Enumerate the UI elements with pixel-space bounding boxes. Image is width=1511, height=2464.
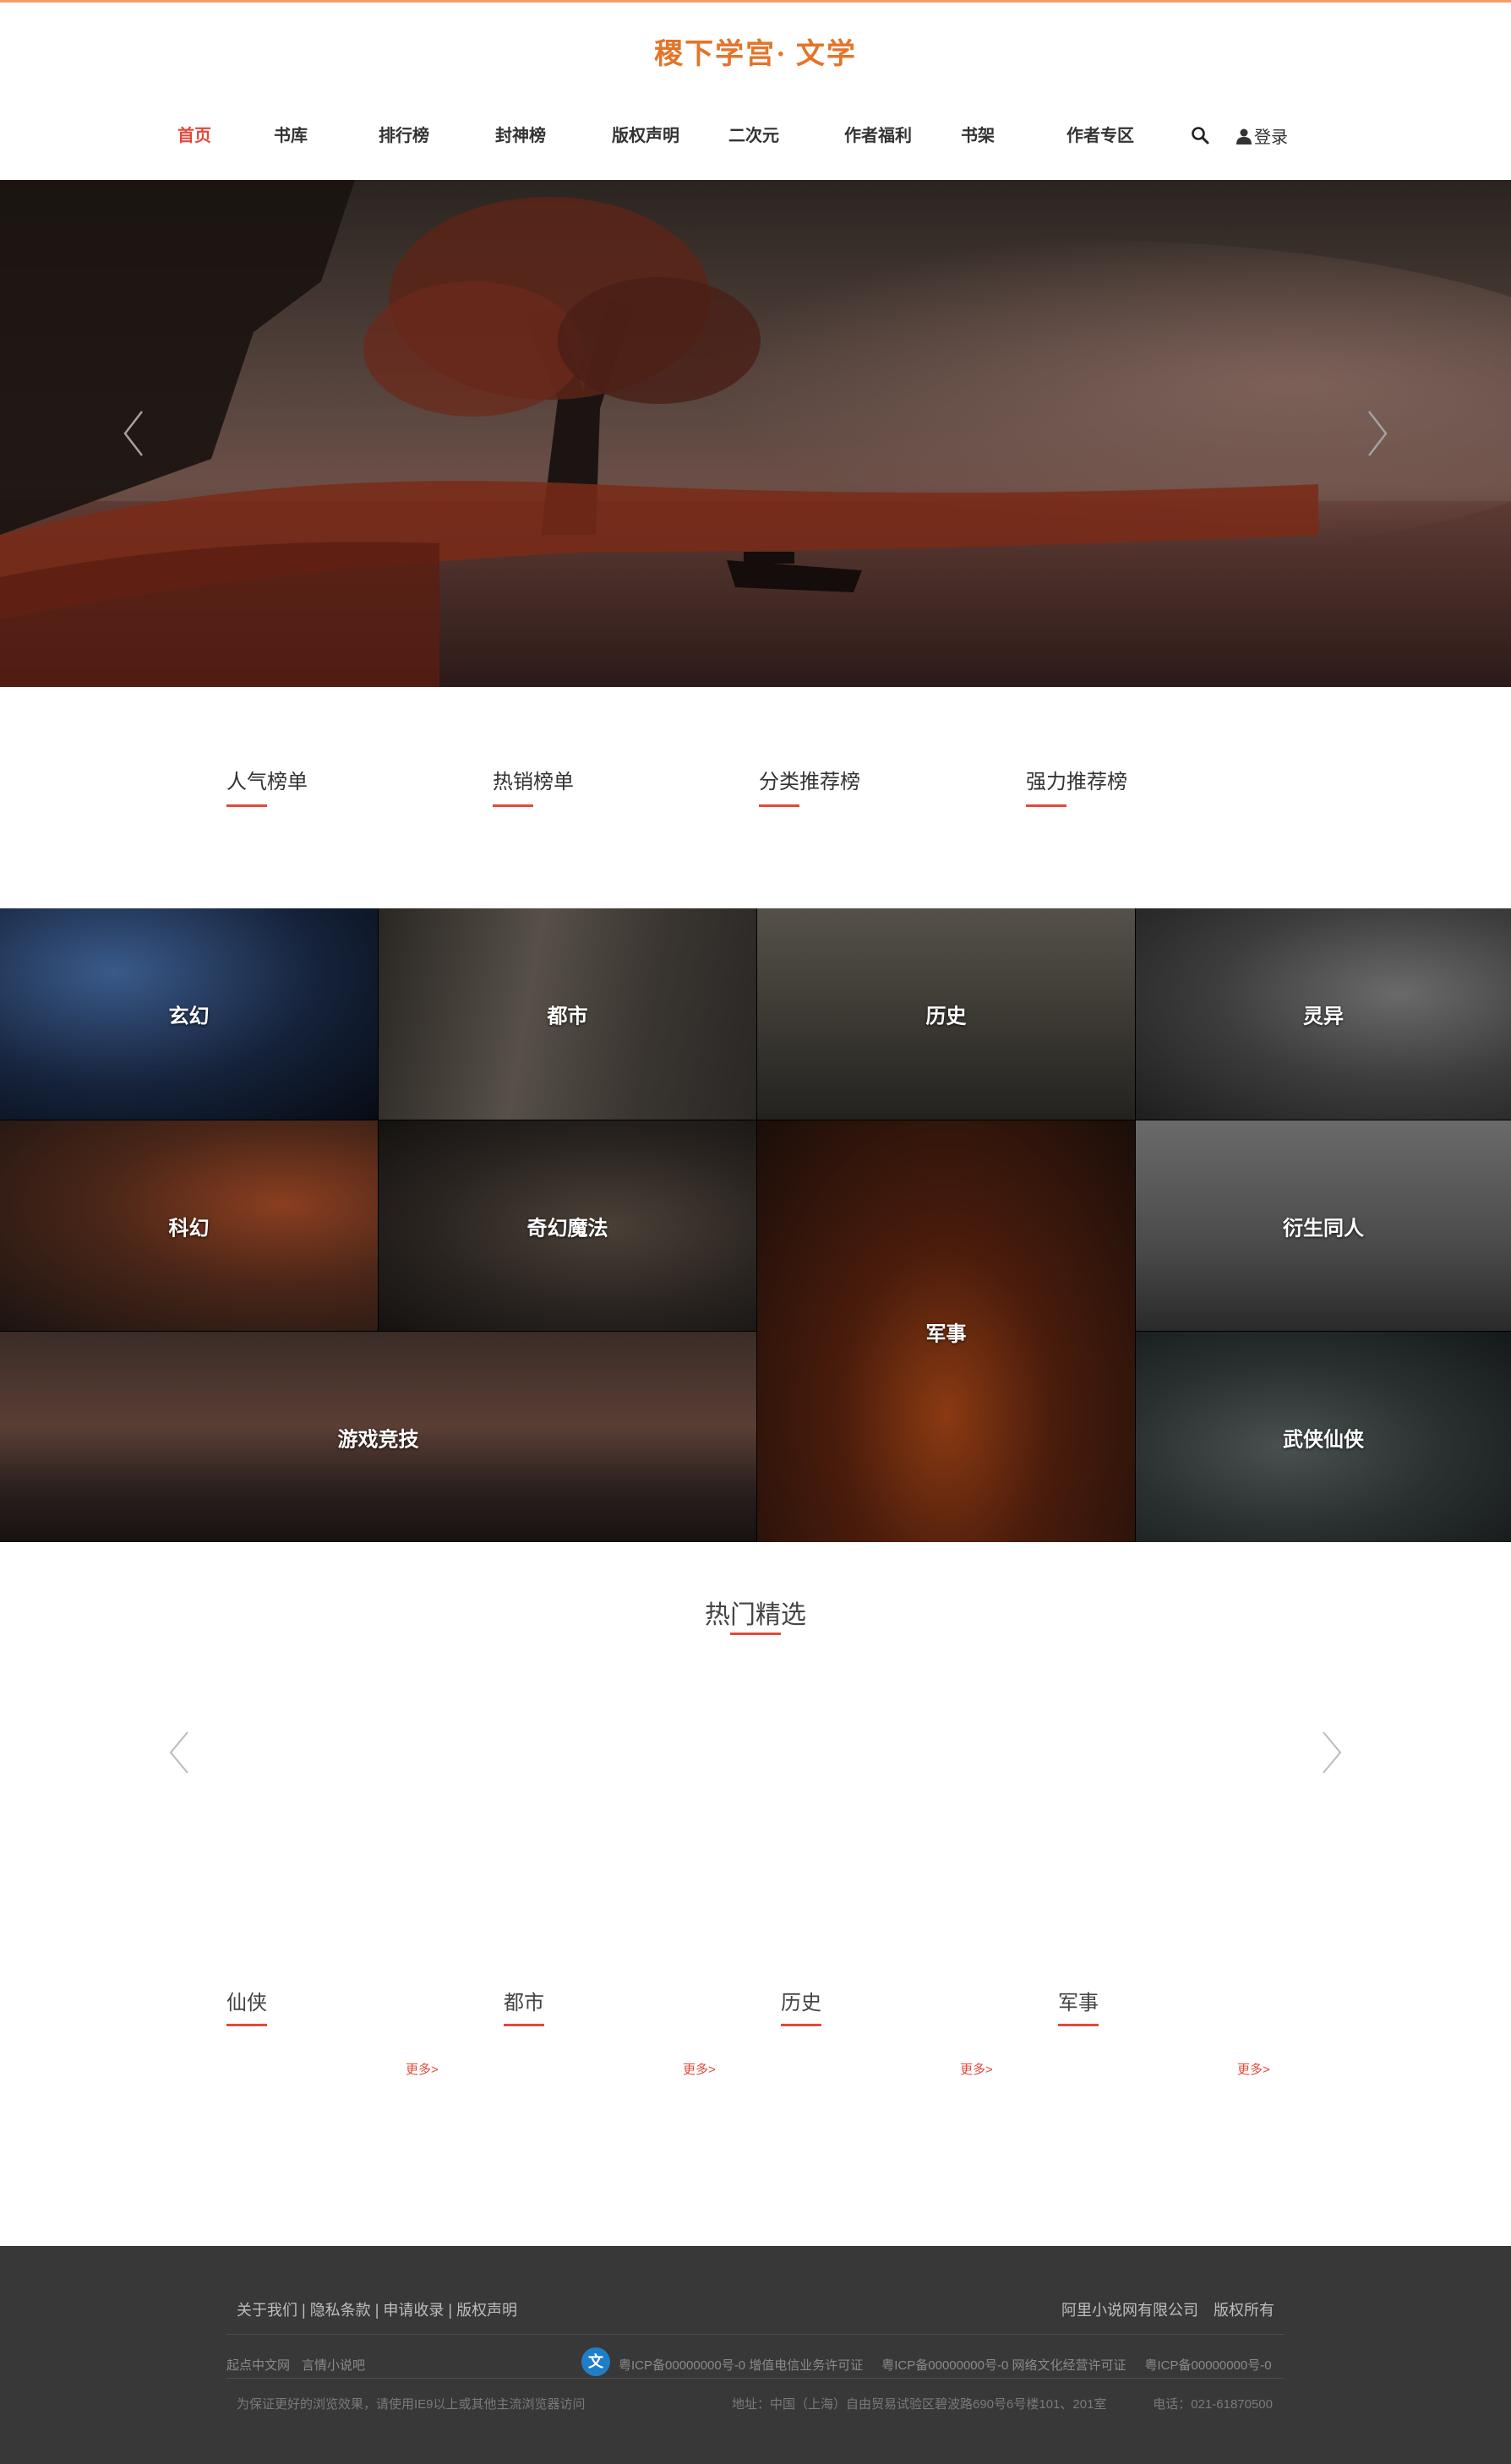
category-grid: 玄幻 都市 历史 灵异 科幻 奇幻魔法 军事 衍生同人 游戏竞技 武侠仙侠 bbox=[0, 908, 1511, 1542]
genre-tab-xianxia[interactable]: 仙侠 bbox=[226, 1986, 267, 2026]
icp-item: 粤ICP备00000000号-0 网络文化经营许可证 bbox=[881, 2358, 1126, 2373]
category-tile-city[interactable]: 都市 bbox=[379, 908, 756, 1120]
icp-item: 粤ICP备00000000号-0 bbox=[1144, 2358, 1272, 2373]
footer-company-name: 阿里小说网有限公司 bbox=[1061, 2302, 1198, 2319]
category-tile-scifi[interactable]: 科幻 bbox=[0, 1120, 378, 1331]
category-label: 奇幻魔法 bbox=[526, 1217, 608, 1240]
login-button[interactable]: 登录 bbox=[1236, 123, 1288, 148]
banner-image bbox=[0, 180, 1511, 687]
category-label: 灵异 bbox=[1303, 1005, 1344, 1028]
category-label: 都市 bbox=[547, 1005, 588, 1028]
tab-category-recommend[interactable]: 分类推荐榜 bbox=[759, 765, 860, 807]
category-label: 玄幻 bbox=[168, 1005, 210, 1028]
rank-tabs: 人气榜单 热销榜单 分类推荐榜 强力推荐榜 bbox=[0, 765, 1511, 815]
category-label: 武侠仙侠 bbox=[1283, 1428, 1364, 1451]
nav-item-hall-of-fame[interactable]: 封神榜 bbox=[495, 122, 546, 146]
footer-rights: 版权所有 bbox=[1214, 2302, 1274, 2319]
tab-underline bbox=[759, 804, 799, 807]
category-tile-history[interactable]: 历史 bbox=[757, 908, 1135, 1120]
footer-address: 地址：中国（上海）自由贸易试验区碧波路690号6号楼101、201室 bbox=[732, 2397, 1107, 2412]
top-accent-line bbox=[0, 0, 1511, 3]
hot-next-arrow[interactable] bbox=[1315, 1727, 1349, 1778]
footer-phone: 电话：021-61870500 bbox=[1153, 2397, 1273, 2412]
footer-link-about[interactable]: 关于我们 bbox=[237, 2302, 297, 2319]
chevron-left-icon bbox=[169, 1731, 188, 1774]
footer-link-privacy[interactable]: 隐私条款 bbox=[310, 2302, 371, 2319]
nav-item-author-zone[interactable]: 作者专区 bbox=[1066, 122, 1134, 146]
chevron-right-icon bbox=[1323, 1731, 1342, 1774]
category-tile-fantasy-magic[interactable]: 奇幻魔法 bbox=[379, 1120, 756, 1331]
chevron-right-icon bbox=[1368, 411, 1388, 456]
category-label: 游戏竞技 bbox=[337, 1428, 419, 1451]
tab-underline bbox=[1026, 804, 1066, 807]
tab-underline bbox=[226, 804, 267, 807]
nav-item-home[interactable]: 首页 bbox=[177, 122, 211, 146]
tab-popular-rank[interactable]: 人气榜单 bbox=[226, 765, 308, 807]
category-tile-fan-fiction[interactable]: 衍生同人 bbox=[1136, 1120, 1511, 1331]
footer-links: 关于我们 | 隐私条款 | 申请收录 | 版权声明 bbox=[237, 2302, 518, 2319]
category-label: 军事 bbox=[925, 1322, 967, 1345]
footer-divider bbox=[226, 2334, 1285, 2335]
icp-item: 粤ICP备00000000号-0 增值电信业务许可证 bbox=[619, 2358, 864, 2373]
nav-item-copyright[interactable]: 版权声明 bbox=[612, 122, 679, 146]
chevron-left-icon bbox=[123, 411, 143, 456]
category-label: 历史 bbox=[925, 1005, 967, 1028]
partner-link[interactable]: 起点中文网 bbox=[226, 2358, 290, 2373]
genre-tab-history[interactable]: 历史 bbox=[781, 1986, 821, 2026]
category-label: 科幻 bbox=[168, 1217, 210, 1240]
hero-banner[interactable] bbox=[0, 180, 1511, 687]
browser-note: 为保证更好的浏览效果，请使用IE9以上或其他主流浏览器访问 bbox=[237, 2397, 586, 2412]
footer-icp: 粤ICP备00000000号-0 增值电信业务许可证 粤ICP备00000000号… bbox=[619, 2356, 1272, 2374]
category-tile-xuanhuan[interactable]: 玄幻 bbox=[0, 908, 378, 1120]
nav-item-bookshelf[interactable]: 书架 bbox=[961, 122, 995, 146]
tab-bestseller-rank[interactable]: 热销榜单 bbox=[493, 765, 574, 807]
category-tile-wuxia[interactable]: 武侠仙侠 bbox=[1136, 1332, 1511, 1542]
genre-underline bbox=[226, 2024, 267, 2026]
genre-underline bbox=[781, 2024, 821, 2026]
footer-link-apply[interactable]: 申请收录 bbox=[383, 2302, 444, 2319]
genre-tab-military[interactable]: 军事 bbox=[1058, 1986, 1099, 2026]
footer-divider bbox=[226, 2378, 1285, 2379]
site-footer: 关于我们 | 隐私条款 | 申请收录 | 版权声明 阿里小说网有限公司 版权所有 … bbox=[0, 2246, 1511, 2464]
banner-next-arrow[interactable] bbox=[1359, 406, 1396, 461]
category-tile-supernatural[interactable]: 灵异 bbox=[1136, 908, 1511, 1120]
footer-link-copyright[interactable]: 版权声明 bbox=[456, 2302, 517, 2319]
user-icon bbox=[1236, 128, 1252, 144]
hot-picks-title: 热门精选 bbox=[705, 1601, 806, 1629]
category-label: 衍生同人 bbox=[1283, 1217, 1364, 1240]
nav-item-library[interactable]: 书库 bbox=[274, 122, 308, 146]
partner-link[interactable]: 言情小说吧 bbox=[302, 2358, 365, 2373]
more-link-military[interactable]: 更多> bbox=[1237, 2060, 1270, 2078]
tab-underline bbox=[493, 804, 533, 807]
tab-strong-recommend[interactable]: 强力推荐榜 bbox=[1026, 765, 1127, 807]
footer-company: 阿里小说网有限公司 版权所有 bbox=[1061, 2298, 1274, 2320]
nav-item-author-benefits[interactable]: 作者福利 bbox=[844, 122, 912, 146]
main-nav: 首页 书库 排行榜 封神榜 版权声明 二次元 作者福利 书架 作者专区 登录 bbox=[0, 122, 1511, 155]
login-label: 登录 bbox=[1254, 128, 1288, 147]
genre-underline bbox=[1058, 2024, 1099, 2026]
nav-item-rankings[interactable]: 排行榜 bbox=[379, 122, 429, 146]
footer-partners: 起点中文网 言情小说吧 bbox=[226, 2356, 365, 2374]
site-logo[interactable]: 稷下学宫· 文学 bbox=[0, 30, 1511, 72]
hot-prev-arrow[interactable] bbox=[162, 1727, 196, 1778]
more-link-city[interactable]: 更多> bbox=[683, 2060, 716, 2078]
category-tile-gaming[interactable]: 游戏竞技 bbox=[0, 1332, 756, 1542]
search-icon[interactable] bbox=[1190, 125, 1210, 145]
genre-underline bbox=[504, 2024, 544, 2026]
hot-picks-underline bbox=[730, 1633, 781, 1635]
banner-prev-arrow[interactable] bbox=[115, 406, 152, 461]
license-badge-icon: 文 bbox=[581, 2347, 610, 2376]
category-tile-military[interactable]: 军事 bbox=[757, 1120, 1135, 1542]
nav-item-anime[interactable]: 二次元 bbox=[728, 122, 779, 146]
more-link-history[interactable]: 更多> bbox=[960, 2060, 993, 2078]
more-link-xianxia[interactable]: 更多> bbox=[406, 2060, 439, 2078]
genre-tab-city[interactable]: 都市 bbox=[504, 1986, 544, 2026]
